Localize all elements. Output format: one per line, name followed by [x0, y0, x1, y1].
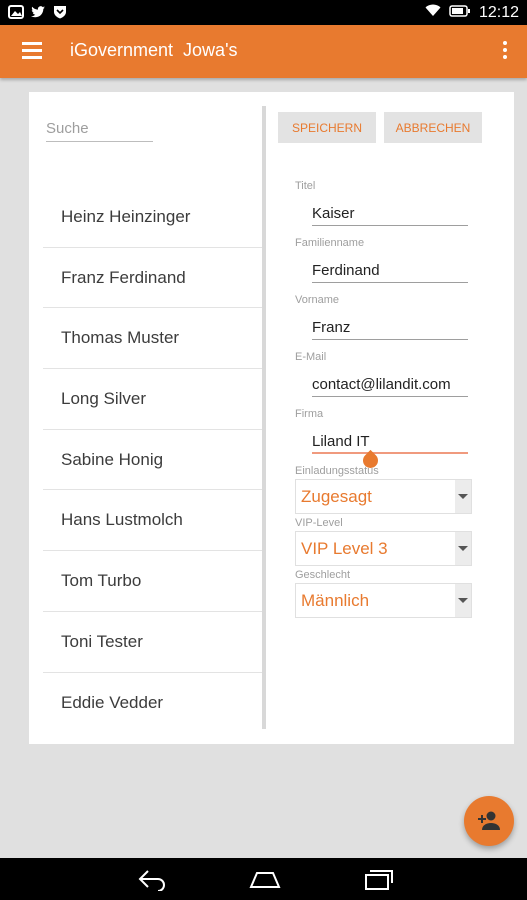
- image-notification-icon: [8, 4, 24, 20]
- list-item[interactable]: Tom Turbo: [43, 551, 262, 612]
- pane-divider[interactable]: [262, 106, 266, 729]
- status-time: 12:12: [478, 3, 519, 21]
- list-item[interactable]: Heinz Heinzinger: [43, 187, 262, 248]
- email-label: E-Mail: [295, 351, 327, 363]
- menu-icon[interactable]: [22, 42, 42, 60]
- list-item[interactable]: Franz Ferdinand: [43, 248, 262, 309]
- gender-select[interactable]: Männlich: [295, 583, 472, 618]
- title-field[interactable]: [312, 202, 468, 226]
- lastname-field[interactable]: [312, 259, 468, 283]
- list-item[interactable]: Eddie Vedder: [43, 673, 262, 734]
- invitation-status-select[interactable]: Zugesagt: [295, 479, 472, 514]
- email-field[interactable]: [312, 373, 468, 397]
- person-list: Heinz Heinzinger Franz Ferdinand Thomas …: [43, 187, 262, 733]
- overflow-icon[interactable]: [499, 41, 511, 63]
- title-label: Titel: [295, 180, 316, 192]
- cancel-button[interactable]: ABBRECHEN: [384, 112, 482, 143]
- search-input[interactable]: [46, 116, 153, 142]
- company-label: Firma: [295, 408, 324, 420]
- chevron-down-icon: [458, 546, 468, 551]
- home-icon[interactable]: [247, 867, 283, 891]
- shield-notification-icon: [52, 4, 68, 20]
- wifi-icon: [425, 3, 441, 22]
- gender-value: Männlich: [301, 591, 370, 610]
- chevron-down-icon: [458, 494, 468, 499]
- list-item[interactable]: Toni Tester: [43, 612, 262, 673]
- chevron-down-icon: [458, 598, 468, 603]
- list-item[interactable]: Long Silver: [43, 369, 262, 430]
- twitter-notification-icon: [30, 4, 46, 20]
- save-button[interactable]: SPEICHERN: [278, 112, 376, 143]
- back-icon[interactable]: [136, 867, 168, 891]
- vip-level-label: VIP-Level: [295, 517, 343, 529]
- gender-label: Geschlecht: [295, 569, 351, 581]
- company-field[interactable]: [312, 430, 468, 454]
- list-item[interactable]: Hans Lustmolch: [43, 490, 262, 552]
- status-bar: 12:12: [0, 0, 527, 25]
- add-person-button[interactable]: [464, 796, 514, 846]
- firstname-field[interactable]: [312, 316, 468, 340]
- lastname-label: Familienname: [295, 237, 365, 249]
- invitation-status-value: Zugesagt: [301, 487, 372, 506]
- vip-level-value: VIP Level 3: [301, 539, 388, 558]
- app-bar: iGovernment Jowa's: [0, 25, 527, 78]
- main-card: Heinz Heinzinger Franz Ferdinand Thomas …: [29, 92, 514, 744]
- navigation-bar: [0, 858, 527, 900]
- vip-level-select[interactable]: VIP Level 3: [295, 531, 472, 566]
- recent-apps-icon[interactable]: [362, 867, 394, 891]
- firstname-label: Vorname: [295, 294, 340, 306]
- app-title: iGovernment Jowa's: [70, 40, 238, 60]
- list-item[interactable]: Thomas Muster: [43, 308, 262, 370]
- battery-icon: [449, 4, 471, 22]
- list-item[interactable]: Sabine Honig: [43, 430, 262, 491]
- add-person-icon: [478, 811, 500, 830]
